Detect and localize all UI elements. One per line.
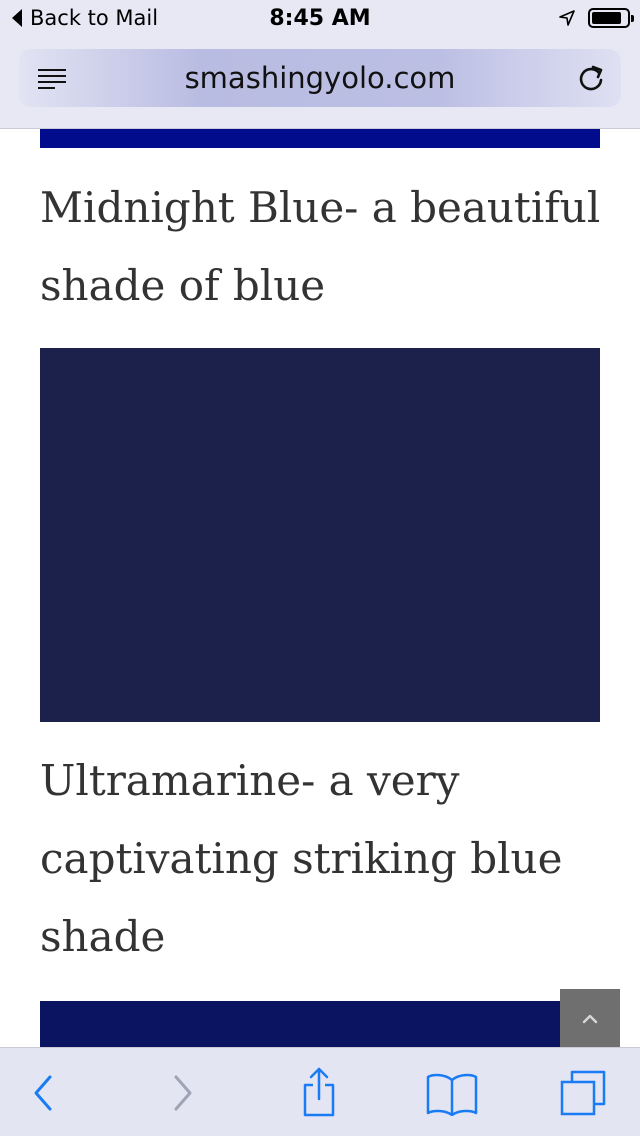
color-swatch-midnight-blue [40,348,600,722]
bottom-toolbar [0,1047,640,1136]
bookmarks-icon [426,1073,478,1116]
status-bar: Back to Mail 8:45 AM [0,0,640,40]
caption-ultramarine: Ultramarine- a very captivating striking… [40,756,563,961]
forward-chevron-icon [174,1075,192,1111]
status-time: 8:45 AM [269,6,371,31]
tabs-icon [560,1070,606,1116]
location-arrow-icon [559,10,575,26]
scroll-to-top-button[interactable] [560,989,620,1049]
scroll-to-top-icon [582,1014,598,1024]
back-button[interactable] [13,1068,73,1118]
browser-toolbar: smashingyolo.com [0,40,640,129]
share-icon [303,1067,335,1117]
reload-icon[interactable] [577,64,605,92]
caption-midnight-blue: Midnight Blue- a beautiful shade of blue [40,183,601,310]
color-swatch-top [40,129,600,148]
screen: Back to Mail 8:45 AM smashingyolo.com Mi… [0,0,640,1136]
battery-icon [588,8,634,28]
status-indicators [558,8,634,28]
url-text[interactable]: smashingyolo.com [19,61,621,95]
bookmarks-button[interactable] [422,1068,482,1118]
address-bar[interactable]: smashingyolo.com [19,49,621,107]
forward-button[interactable] [153,1068,213,1118]
back-chevron-icon [34,1075,52,1111]
tabs-button[interactable] [553,1068,613,1118]
share-button[interactable] [289,1067,349,1118]
